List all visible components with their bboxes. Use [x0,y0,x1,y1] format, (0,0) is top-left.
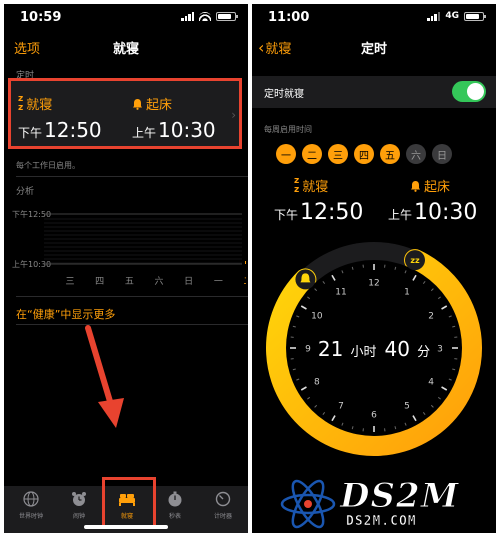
status-time: 10:59 [20,10,62,25]
day-toggle-thu[interactable]: 四 [354,144,374,164]
day-toggle-wed[interactable]: 三 [328,144,348,164]
status-bar: 10:59 [4,4,248,30]
bedtime-time: 12:50 [300,200,364,225]
annotation-arrow [85,325,124,428]
dial-number: 11 [335,287,346,297]
weekday-selector: 一 二 三 四 五 六 日 [276,144,452,164]
watermark-title: DS2M [339,476,460,517]
wake-label: 起床 [424,180,451,195]
watermark: DS2M DS2M.COM [272,476,492,532]
alarm-clock-icon [72,492,86,506]
bedtime-ampm: 下午 [274,208,299,222]
x-tick-label: 五 [125,277,134,287]
dial-number: 7 [338,402,344,412]
schedule-toggle-row: 定时就寝 [252,76,496,108]
x-tick-label: 四 [95,277,104,287]
dial-number: 4 [428,378,434,388]
globe-icon [23,491,39,507]
wake-time: 10:30 [414,200,478,225]
health-link[interactable]: 在“健康”中显示更多 [16,306,115,322]
tab-world-clock[interactable]: 世界时钟 [8,490,54,520]
composite-screenshot: 10:59 选项 就寝 定时 zz 就寝 下午 12:50 起床 上午 10:3… [0,0,500,537]
x-tick-label: 一 [214,277,223,287]
wake-handle[interactable] [295,269,316,290]
timer-icon [215,491,231,507]
dial-number: 12 [368,279,379,289]
bedtime-label: 就寝 [302,180,329,195]
dial-number: 8 [314,378,320,388]
right-phone-screen: 11:00 4G ‹ 就寝 定时 定时就寝 每周启用时间 一 二 三 四 五 六… [252,4,496,533]
sleep-dial[interactable]: 121234567891011 zz 21 小时 40 分 [262,236,486,460]
atom-logo-icon [280,479,336,529]
day-toggle-tue[interactable]: 二 [302,144,322,164]
annotation-tab-highlight [102,477,156,529]
sleep-analysis-chart: 下午12:50上午10:30三四五六日一二 [10,200,246,290]
nav-bar: 选项 就寝 [4,34,248,60]
sleep-bar [245,261,246,264]
day-toggle-mon[interactable]: 一 [276,144,296,164]
bedtime-handle[interactable]: zz [404,250,425,271]
signal-icon [427,11,441,21]
sleep-zzz-icon: zz [410,256,420,265]
left-phone-screen: 10:59 选项 就寝 定时 zz 就寝 下午 12:50 起床 上午 10:3… [4,4,248,533]
network-type: 4G [445,11,459,21]
sleep-zzz-icon: zz [294,175,300,195]
schedule-toggle-label: 定时就寝 [264,89,304,100]
tab-timer[interactable]: 计时器 [200,490,246,520]
tab-alarm[interactable]: 闹钟 [56,490,102,520]
page-title: 定时 [360,42,387,57]
sleep-chart-svg: 下午12:50上午10:30三四五六日一二 [12,209,246,287]
dial-number: 2 [428,312,434,322]
weekdays-label: 每周启用时间 [264,125,312,134]
dial-number: 3 [437,345,443,355]
wifi-icon [199,11,211,21]
signal-icon [181,11,194,21]
bell-icon [411,180,420,192]
wake-block: 起床 上午 10:30 [388,176,477,225]
stopwatch-icon [168,491,182,507]
schedule-note: 每个工作日启用。 [16,161,80,170]
day-toggle-fri[interactable]: 五 [380,144,400,164]
page-title: 就寝 [112,42,139,57]
watermark-url: DS2M.COM [346,514,417,530]
analysis-section-label: 分析 [16,187,35,197]
x-tick-label: 日 [184,276,193,287]
battery-icon [464,11,486,21]
day-toggle-sun[interactable]: 日 [432,144,452,164]
dial-number: 10 [311,312,323,322]
home-indicator [84,525,168,529]
x-tick-label: 二 [243,277,246,287]
dial-number: 1 [404,287,410,297]
x-tick-label: 三 [65,277,74,287]
schedule-toggle-switch[interactable] [452,81,486,102]
status-bar: 11:00 4G [252,4,496,30]
x-tick-label: 六 [154,275,163,287]
wake-ampm: 上午 [388,208,413,222]
nav-bar: ‹ 就寝 定时 [252,34,496,60]
battery-icon [216,11,238,21]
dial-number: 5 [404,402,410,412]
day-toggle-sat[interactable]: 六 [406,144,426,164]
tab-stopwatch[interactable]: 秒表 [152,490,198,520]
annotation-highlight-box [8,78,242,149]
dial-number: 6 [371,411,377,421]
bedtime-block: zz 就寝 下午 12:50 [274,176,363,225]
status-time: 11:00 [268,10,310,25]
dial-number: 9 [305,345,311,355]
